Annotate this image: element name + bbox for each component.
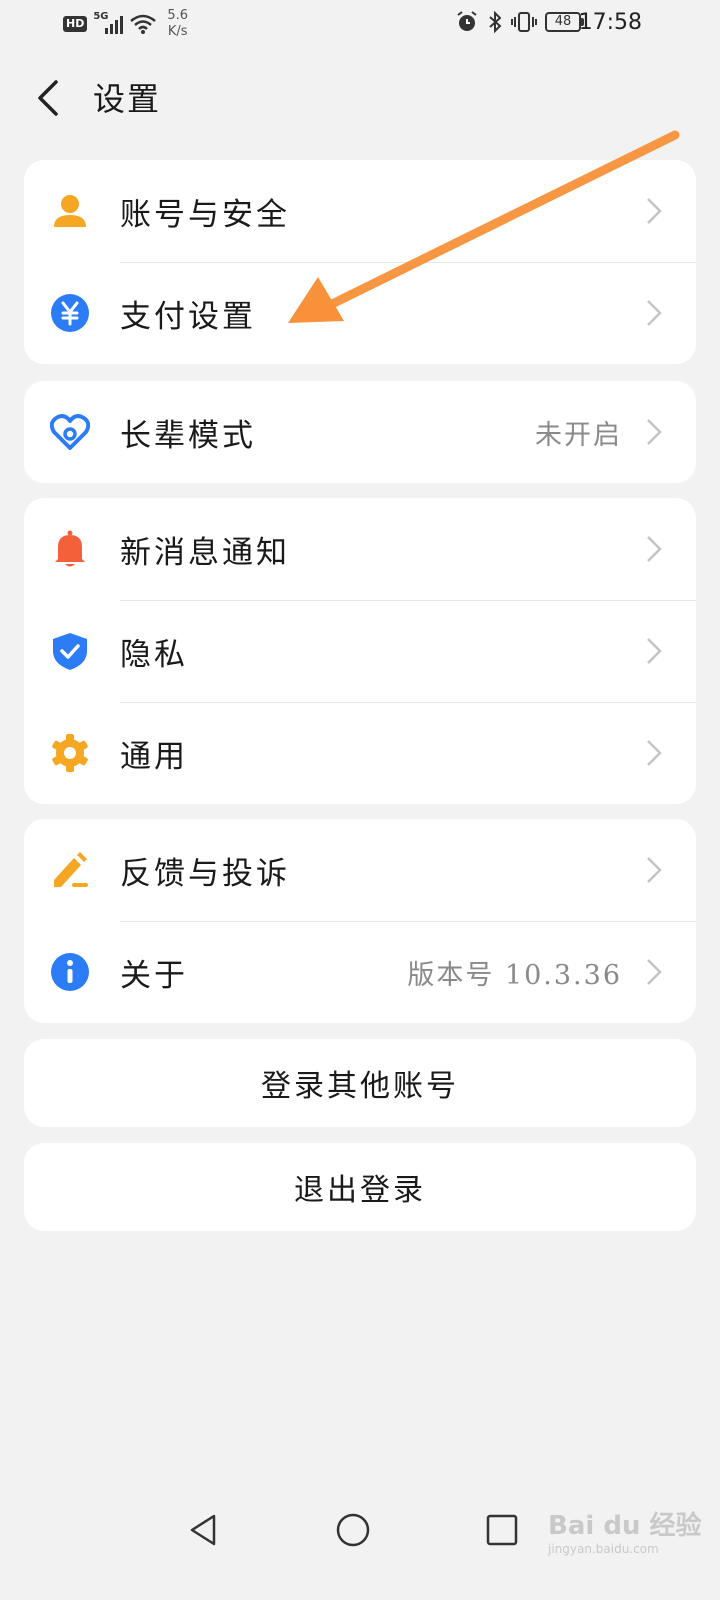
settings-item-label: 支付设置 bbox=[120, 298, 256, 335]
gear-icon bbox=[52, 734, 88, 772]
nav-back-icon[interactable] bbox=[184, 1510, 224, 1550]
speed-unit: K/s bbox=[167, 24, 188, 39]
chevron-right-icon bbox=[647, 638, 662, 664]
status-right-icons: 48 bbox=[455, 10, 584, 34]
speed-value: 5.6 bbox=[167, 8, 189, 23]
nav-home-icon[interactable] bbox=[333, 1510, 373, 1550]
signal-icon: 5G bbox=[93, 11, 124, 35]
chevron-right-icon bbox=[647, 857, 662, 883]
chevron-left-icon bbox=[38, 80, 58, 116]
network-speed: 5.6 K/s bbox=[167, 8, 188, 40]
chevron-right-icon bbox=[647, 536, 662, 562]
heart-icon bbox=[50, 414, 90, 450]
logout-label: 退出登录 bbox=[294, 1173, 426, 1208]
bell-icon bbox=[55, 530, 85, 567]
page-title: 设置 bbox=[93, 80, 162, 118]
settings-item-label: 长辈模式 bbox=[120, 417, 256, 454]
hd-badge: HD bbox=[63, 16, 88, 32]
settings-group-general: 新消息通知 隐私 通用 bbox=[24, 498, 696, 804]
nav-recents-icon[interactable] bbox=[482, 1510, 522, 1550]
settings-item-value: 未开启 bbox=[535, 419, 622, 451]
settings-item-general[interactable]: 通用 bbox=[24, 702, 696, 804]
settings-item-label: 反馈与投诉 bbox=[120, 855, 290, 892]
alarm-icon bbox=[457, 11, 477, 31]
status-bar: HD 5G 5.6 K/s 48 17:58 bbox=[0, 0, 720, 50]
chevron-right-icon bbox=[647, 419, 662, 445]
yuan-icon bbox=[51, 294, 89, 332]
settings-item-feedback[interactable]: 反馈与投诉 bbox=[24, 819, 696, 921]
battery-level: 48 bbox=[545, 12, 581, 32]
settings-item-notifications[interactable]: 新消息通知 bbox=[24, 498, 696, 600]
wifi-icon bbox=[130, 14, 157, 34]
switch-account-button[interactable]: 登录其他账号 bbox=[24, 1039, 696, 1127]
settings-group-elder: 长辈模式 未开启 bbox=[24, 381, 696, 483]
pen-icon bbox=[54, 852, 88, 887]
chevron-right-icon bbox=[647, 740, 662, 766]
settings-item-elder-mode[interactable]: 长辈模式 未开启 bbox=[24, 381, 696, 483]
settings-item-privacy[interactable]: 隐私 bbox=[24, 600, 696, 702]
chevron-right-icon bbox=[647, 959, 662, 985]
status-left: HD 5G 5.6 K/s bbox=[63, 8, 188, 40]
app-header: 设置 bbox=[0, 70, 720, 126]
shield-icon bbox=[53, 633, 87, 670]
bluetooth-icon bbox=[489, 10, 502, 34]
settings-item-label: 账号与安全 bbox=[120, 196, 290, 233]
back-button[interactable] bbox=[30, 76, 66, 120]
status-time: 17:58 bbox=[578, 10, 642, 35]
settings-item-about[interactable]: 关于 版本号 10.3.36 bbox=[24, 921, 696, 1023]
logout-button[interactable]: 退出登录 bbox=[24, 1143, 696, 1231]
settings-item-label: 隐私 bbox=[120, 636, 188, 673]
watermark-url: jingyan.baidu.com bbox=[548, 1542, 659, 1556]
settings-item-label: 关于 bbox=[120, 957, 188, 994]
settings-item-label: 通用 bbox=[120, 738, 188, 775]
watermark-brand: Bai du 经验 bbox=[548, 1511, 702, 1541]
info-icon bbox=[51, 953, 89, 991]
annotation-arrow-icon bbox=[288, 130, 680, 323]
settings-group-about: 反馈与投诉 关于 版本号 10.3.36 bbox=[24, 819, 696, 1023]
person-icon bbox=[54, 195, 86, 227]
switch-account-label: 登录其他账号 bbox=[261, 1069, 459, 1104]
vibrate-icon bbox=[511, 12, 537, 32]
version-label: 版本号 10.3.36 bbox=[407, 959, 622, 991]
settings-item-label: 新消息通知 bbox=[120, 534, 290, 571]
